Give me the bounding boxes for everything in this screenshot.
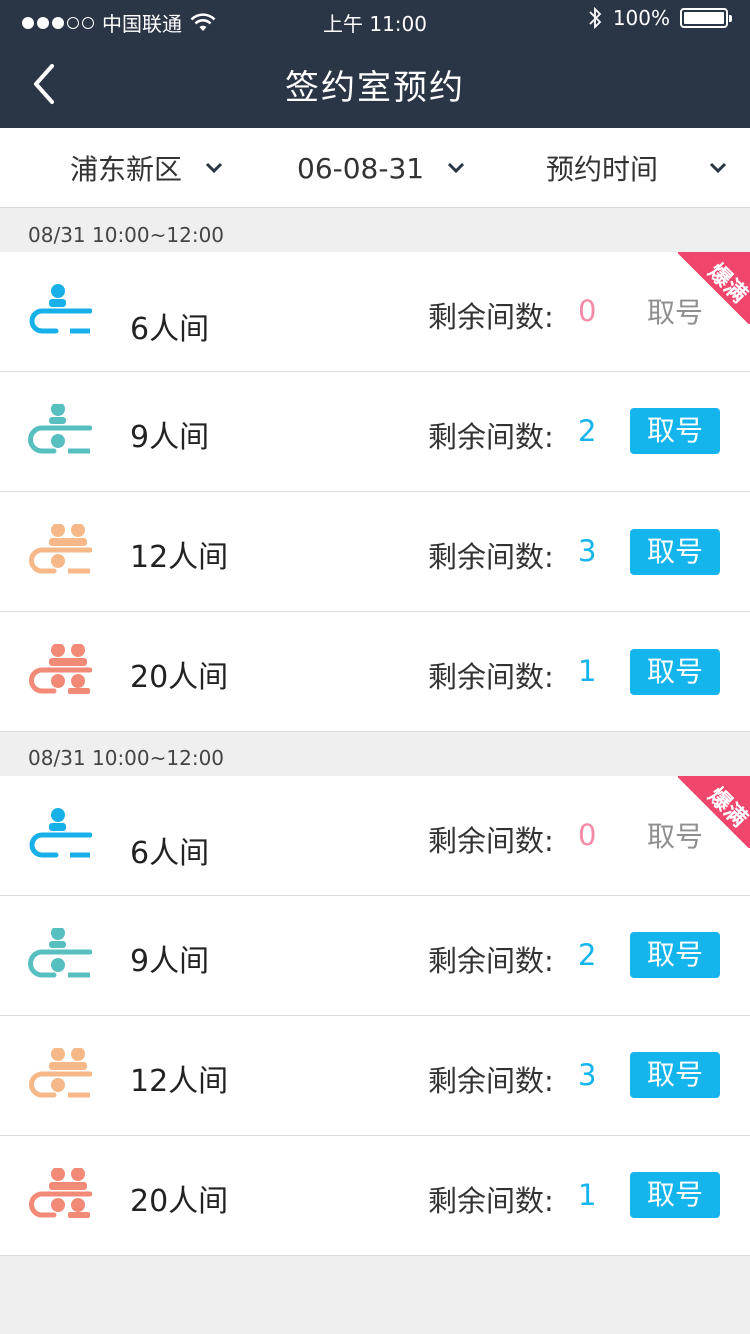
battery-icon xyxy=(680,8,732,28)
room-row: 6人间 剩余间数: 0 取号 爆满 xyxy=(0,776,750,896)
room-row: 20人间 剩余间数: 1 取号 xyxy=(0,1136,750,1256)
remaining-count: 3 xyxy=(578,1058,597,1092)
remaining-label: 剩余间数: xyxy=(428,1184,554,1218)
take-number-button[interactable]: 取号 xyxy=(630,649,720,695)
room-9-icon xyxy=(28,928,92,978)
remaining-label: 剩余间数: xyxy=(428,824,554,858)
full-badge: 爆满 xyxy=(678,776,750,848)
room-row: 9人间 剩余间数: 2 取号 xyxy=(0,372,750,492)
take-number-button[interactable]: 取号 xyxy=(630,932,720,978)
remaining-label: 剩余间数: xyxy=(428,540,554,574)
page-title: 签约室预约 xyxy=(285,68,465,108)
take-number-button[interactable]: 取号 xyxy=(630,1052,720,1098)
room-name: 9人间 xyxy=(130,944,210,979)
room-row: 6人间 剩余间数: 0 取号 爆满 xyxy=(0,252,750,372)
room-row: 12人间 剩余间数: 3 取号 xyxy=(0,492,750,612)
room-row: 9人间 剩余间数: 2 取号 xyxy=(0,896,750,1016)
room-12-icon xyxy=(29,524,92,574)
room-name: 12人间 xyxy=(130,540,229,575)
room-name: 20人间 xyxy=(130,660,229,695)
chevron-down-icon xyxy=(709,162,727,174)
remaining-count: 2 xyxy=(578,414,597,448)
room-row: 20人间 剩余间数: 1 取号 xyxy=(0,612,750,732)
filter-time-label: 预约时间 xyxy=(546,153,659,186)
room-name: 9人间 xyxy=(130,420,210,455)
filter-time[interactable]: 预约时间 xyxy=(546,128,728,208)
room-20-icon xyxy=(29,644,92,694)
remaining-label: 剩余间数: xyxy=(428,660,554,694)
filter-district[interactable]: 浦东新区 xyxy=(70,128,224,208)
status-bar: 中国联通 上午 11:00 100% xyxy=(0,0,750,40)
battery-percent: 100% xyxy=(612,6,670,30)
remaining-count: 0 xyxy=(578,294,597,328)
room-name: 20人间 xyxy=(130,1184,229,1219)
filter-bar: 浦东新区 06-08-31 预约时间 xyxy=(0,128,750,208)
bluetooth-icon xyxy=(589,6,602,30)
time-slot-header: 08/31 10:00~12:00 xyxy=(0,208,750,252)
remaining-label: 剩余间数: xyxy=(428,300,554,334)
time-slot-header: 08/31 10:00~12:00 xyxy=(0,732,750,776)
room-name: 6人间 xyxy=(130,312,210,347)
take-number-button[interactable]: 取号 xyxy=(630,1172,720,1218)
remaining-label: 剩余间数: xyxy=(428,420,554,454)
remaining-count: 2 xyxy=(578,938,597,972)
status-right: 100% xyxy=(587,6,732,30)
top-bar: 中国联通 上午 11:00 100% 签约室预约 xyxy=(0,0,750,128)
take-number-button[interactable]: 取号 xyxy=(630,408,720,454)
remaining-count: 0 xyxy=(578,818,597,852)
full-badge: 爆满 xyxy=(678,252,750,324)
chevron-down-icon xyxy=(205,162,223,174)
room-9-icon xyxy=(28,404,92,454)
remaining-label: 剩余间数: xyxy=(428,1064,554,1098)
room-6-icon xyxy=(29,808,92,858)
filter-district-label: 浦东新区 xyxy=(70,153,183,186)
take-number-button[interactable]: 取号 xyxy=(630,529,720,575)
remaining-count: 3 xyxy=(578,534,597,568)
room-name: 12人间 xyxy=(130,1064,229,1099)
filter-date[interactable]: 06-08-31 xyxy=(297,128,466,208)
remaining-count: 1 xyxy=(578,654,597,688)
room-20-icon xyxy=(29,1168,92,1218)
chevron-down-icon xyxy=(448,162,465,174)
remaining-count: 1 xyxy=(578,1178,597,1212)
remaining-label: 剩余间数: xyxy=(428,944,554,978)
room-name: 6人间 xyxy=(130,836,210,871)
room-12-icon xyxy=(29,1048,92,1098)
room-row: 12人间 剩余间数: 3 取号 xyxy=(0,1016,750,1136)
room-6-icon xyxy=(29,284,92,334)
filter-date-label: 06-08-31 xyxy=(297,151,425,185)
